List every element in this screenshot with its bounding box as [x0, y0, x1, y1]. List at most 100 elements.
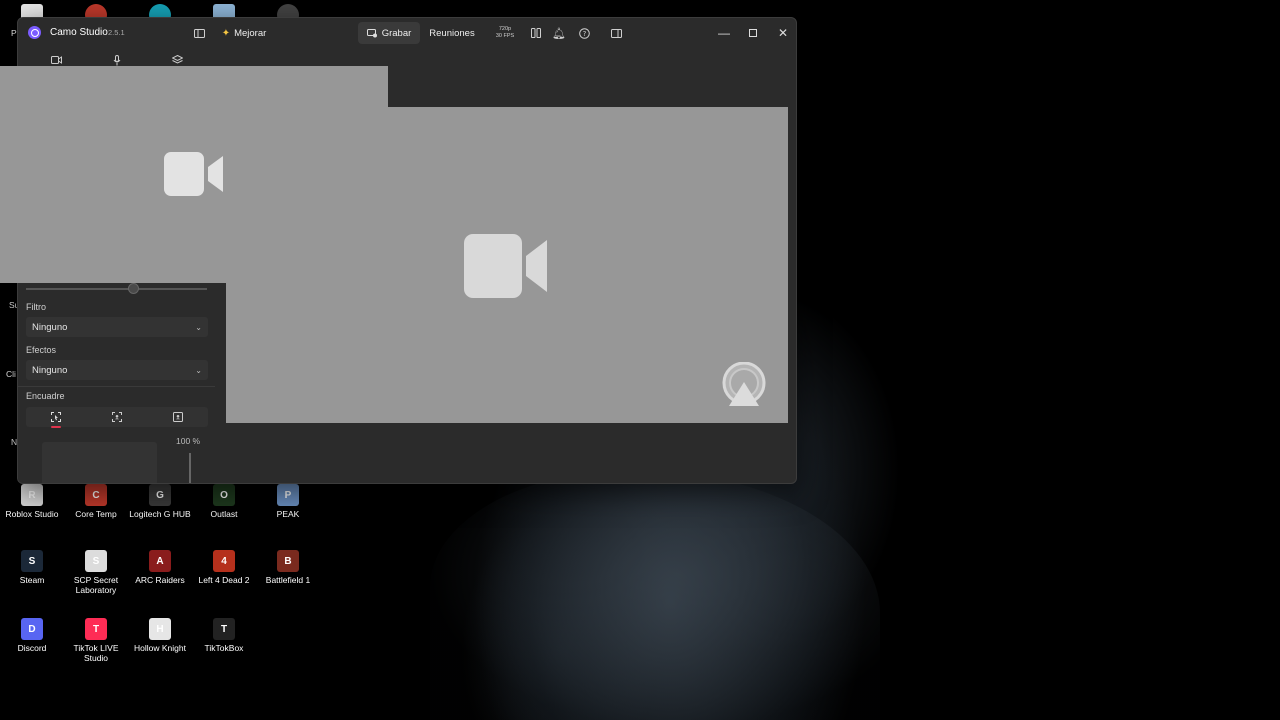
framing-manual-icon — [51, 412, 62, 422]
svg-text:?: ? — [582, 30, 586, 38]
fps-value: 30 FPS — [495, 32, 515, 39]
chevron-down-icon: ⌄ — [195, 322, 202, 332]
desktop-icon-label: Left 4 Dead 2 — [198, 575, 250, 585]
framing-label: Encuadre — [26, 391, 65, 401]
desktop-icon[interactable]: 4 Left 4 Dead 2 — [192, 550, 256, 585]
record-label: Grabar — [381, 27, 412, 39]
chevron-down-icon: ⌄ — [195, 365, 202, 375]
filter-label: Filtro — [26, 302, 46, 312]
layout-button[interactable] — [526, 22, 546, 44]
record-icon — [366, 28, 377, 37]
sparkle-icon: ✦ — [221, 27, 231, 39]
app-icon: A — [149, 550, 171, 572]
framing-manual-tab[interactable] — [26, 407, 87, 428]
desktop-icon-label: Logitech G HUB — [129, 509, 191, 519]
desktop-icon[interactable]: T TikTok LIVE Studio — [64, 618, 128, 663]
desktop-icon[interactable]: G Logitech G HUB — [128, 484, 192, 519]
bell-icon: 🔔︎ — [552, 27, 566, 40]
panel-right-icon — [610, 28, 622, 38]
filter-value: Ninguno — [32, 321, 68, 333]
adjustment-slider-track[interactable] — [26, 288, 207, 290]
desktop-icon-label: Roblox Studio — [5, 509, 59, 519]
desktop-icon[interactable]: S Steam — [0, 550, 64, 585]
app-icon: T — [213, 618, 235, 640]
title-bar: Camo Studio 2.5.1 ✦ Mejorar Grabar Reuni… — [18, 18, 796, 48]
overlay-edge — [0, 283, 225, 284]
desktop-icon-label: ARC Raiders — [135, 575, 185, 585]
app-icon: S — [21, 550, 43, 572]
desktop-icon-label: SCP Secret Laboratory — [73, 575, 119, 595]
help-button[interactable]: ? — [574, 22, 594, 44]
framing-center-tab[interactable] — [147, 407, 208, 427]
maximize-icon — [749, 29, 757, 37]
app-icon: S — [85, 550, 107, 572]
help-icon: ? — [578, 27, 590, 39]
panel-toggle-button[interactable] — [606, 22, 626, 44]
desktop-partial-label: Cli — [6, 369, 16, 379]
camera-placeholder-icon — [164, 152, 224, 201]
notifications-button[interactable]: 🔔︎ — [550, 22, 570, 44]
app-icon: R — [21, 484, 43, 506]
framing-tabs — [26, 407, 208, 428]
filter-select[interactable]: Ninguno ⌄ — [26, 317, 208, 337]
desktop-icon[interactable]: B Battlefield 1 — [256, 550, 320, 585]
layers-icon — [172, 55, 184, 64]
desktop-icon-label: Battlefield 1 — [265, 575, 311, 585]
app-icon: G — [149, 484, 171, 506]
maximize-button[interactable] — [741, 22, 765, 44]
framing-center-icon — [172, 412, 183, 422]
desktop-icon-label: Outlast — [210, 509, 238, 519]
desktop-icon[interactable]: P PEAK — [256, 484, 320, 519]
desktop-icon-label: Discord — [17, 643, 47, 653]
section-divider — [18, 386, 215, 387]
adjustment-slider-thumb[interactable] — [128, 283, 139, 294]
framing-auto-tab[interactable] — [87, 407, 148, 427]
close-button[interactable]: ✕ — [771, 22, 795, 44]
enhance-label: Mejorar — [234, 27, 267, 39]
effects-label: Efectos — [26, 345, 57, 355]
app-icon: T — [85, 618, 107, 640]
app-icon: 4 — [213, 550, 235, 572]
camo-logo-icon — [28, 26, 41, 39]
minimize-button[interactable]: — — [712, 22, 736, 44]
app-title: Camo Studio — [50, 27, 108, 38]
sidebar-toggle-button[interactable] — [188, 22, 210, 44]
app-icon: O — [213, 484, 235, 506]
airplay-icon[interactable] — [721, 361, 767, 413]
record-button[interactable]: Grabar — [358, 22, 420, 44]
effects-select[interactable]: Ninguno ⌄ — [26, 360, 208, 380]
desktop-icon-label: Steam — [19, 575, 45, 585]
app-icon: C — [85, 484, 107, 506]
desktop-icon-label: Hollow Knight — [134, 643, 186, 653]
app-version: 2.5.1 — [108, 28, 125, 37]
desktop-icon-label: TikTok LIVE Studio — [73, 643, 119, 663]
framing-preview-box[interactable] — [42, 442, 157, 483]
columns-icon — [531, 28, 541, 38]
app-icon: P — [277, 484, 299, 506]
minimize-icon: — — [718, 26, 730, 40]
app-icon: B — [277, 550, 299, 572]
desktop-icon[interactable]: R Roblox Studio — [0, 484, 64, 519]
desktop-icon-label: TikTokBox — [204, 643, 244, 653]
zoom-slider[interactable] — [189, 453, 191, 483]
desktop-icon[interactable]: C Core Temp — [64, 484, 128, 519]
desktop-icon[interactable]: D Discord — [0, 618, 64, 653]
meetings-label: Reuniones — [429, 27, 475, 39]
close-icon: ✕ — [777, 26, 789, 40]
desktop-icon[interactable]: S SCP Secret Laboratory — [64, 550, 128, 595]
sidebar-toggle-icon — [193, 28, 205, 38]
camera-placeholder-icon — [464, 234, 550, 303]
desktop-icon-label: PEAK — [276, 509, 300, 519]
meetings-button[interactable]: Reuniones — [425, 22, 479, 44]
desktop-icon[interactable]: O Outlast — [192, 484, 256, 519]
desktop-icon[interactable]: A ARC Raiders — [128, 550, 192, 585]
app-icon: H — [149, 618, 171, 640]
desktop-icon[interactable]: T TikTokBox — [192, 618, 256, 653]
floating-camera-preview[interactable] — [0, 66, 388, 283]
zoom-percent: 100 % — [176, 436, 201, 446]
desktop-icon[interactable]: H Hollow Knight — [128, 618, 192, 653]
enhance-button[interactable]: ✦ Mejorar — [219, 22, 269, 44]
app-icon: D — [21, 618, 43, 640]
resolution-badge[interactable]: 720p 30 FPS — [493, 26, 517, 39]
framing-auto-icon — [112, 412, 122, 422]
